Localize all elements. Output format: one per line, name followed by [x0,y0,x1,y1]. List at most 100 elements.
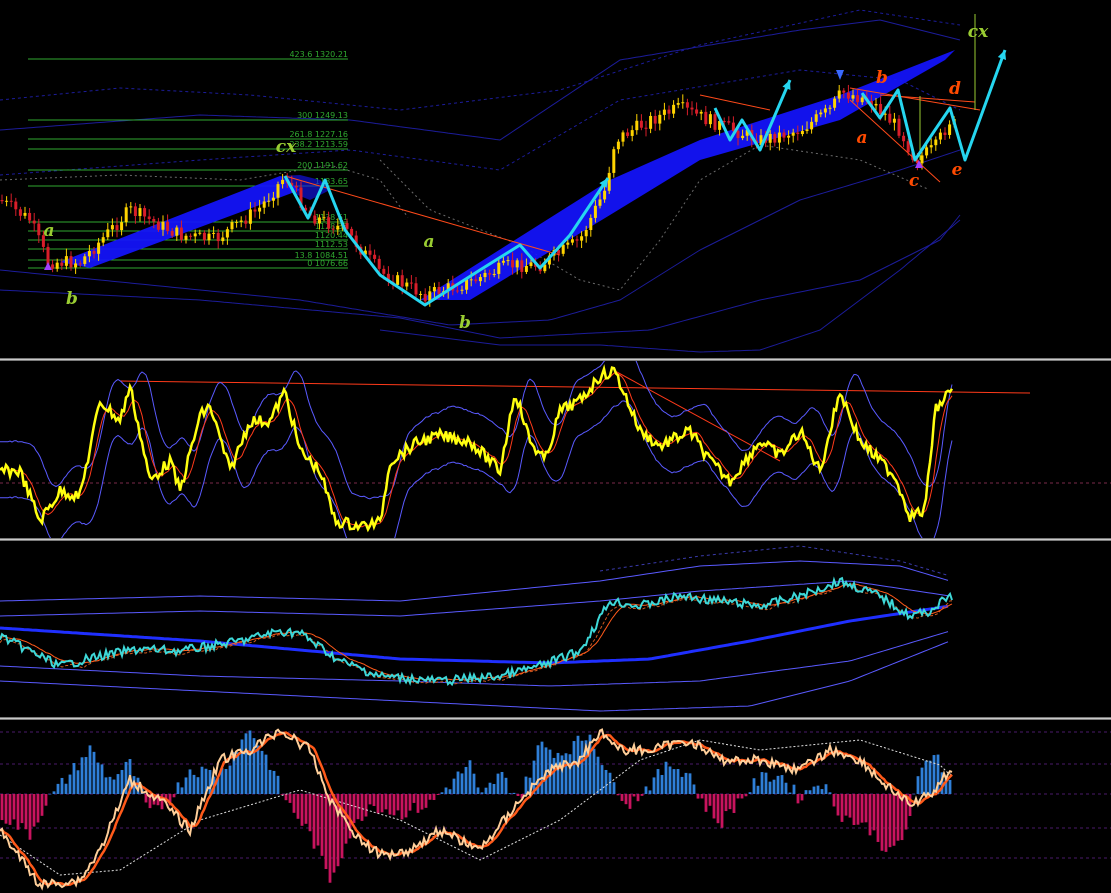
histogram-bar-positive [196,777,200,794]
candle-body [501,260,505,263]
candle-body [133,206,137,217]
candle-body [483,272,487,278]
wave-label-a: a [856,128,867,148]
histogram-bar-positive [440,792,444,794]
price-pane[interactable]: 423.6 1320.21 300 1249.13 261.8 1227.16 238… [0,0,1111,358]
histogram-bar-positive [488,782,492,794]
wave-label-b: b [66,289,78,309]
trend-line [699,94,771,111]
histogram-bar-positive [504,777,508,794]
histogram-bar-positive [748,792,752,794]
oscillator-2-pane[interactable] [0,541,1111,717]
candle-body [460,289,464,291]
histogram-bar-positive [512,792,516,794]
histogram-bar-positive [76,770,80,794]
histogram-bar-negative [392,794,396,816]
histogram-bar-positive [776,775,780,794]
signal-line [0,583,953,681]
candle-body [658,114,662,124]
fib-level-label: 1120.44 [315,231,348,240]
candle-body [469,279,473,281]
histogram-bar-positive [180,787,184,794]
histogram-bar-positive [268,769,272,794]
candle-body [138,208,142,217]
histogram-bar-positive [64,783,68,794]
histogram-bar-negative [288,794,292,803]
candle-body [64,256,68,266]
candle-body [708,114,712,125]
histogram-bar-negative [432,794,436,801]
candle-body [83,256,87,264]
histogram-bar-positive [680,776,684,794]
candle-body [382,268,386,274]
candle-body [943,132,947,135]
histogram-bar-positive [500,771,504,794]
wave-label-d: d [949,79,961,99]
histogram-bar-positive [684,772,688,794]
candle-body [796,132,800,135]
histogram-bar-negative [716,794,720,824]
candle-body [860,97,864,103]
histogram-bar-negative [896,794,900,841]
histogram-bar-negative [856,794,860,825]
histogram-bar-negative [700,794,704,799]
histogram-bar-positive [660,774,664,794]
histogram-bar-positive [784,782,788,794]
wave-label-c: c [909,171,920,191]
histogram-bar-positive [760,772,764,794]
candle-body [69,256,73,268]
candle-body [212,232,216,234]
histogram-bar-positive [592,748,596,794]
candle-body [161,221,165,230]
histogram-bar-negative [616,794,620,796]
fib-level-label: 238.2 1213.59 [289,140,348,149]
histogram-bar-positive [772,779,776,794]
histogram-bar-negative [628,794,632,809]
histogram-bar-negative [36,794,40,823]
histogram-bar-negative [888,794,892,848]
histogram-bar-negative [408,794,412,811]
histogram-bar-positive [176,782,180,794]
candle-body [46,246,50,265]
histogram-bar-negative [324,794,328,869]
candle-body [405,282,409,287]
candle-body [156,221,160,230]
histogram-bar-negative [720,794,724,828]
fibonacci-levels: 423.6 1320.21 300 1249.13 261.8 1227.16238… [28,50,348,269]
price-chart: 423.6 1320.21 300 1249.13 261.8 1227.16238… [0,9,1007,353]
histogram-bar-positive [452,778,456,794]
histogram-bar-positive [48,793,52,795]
histogram-bar-positive [272,770,276,794]
candle-body [814,114,818,122]
candle-body [920,155,924,164]
histogram-bar-negative [16,794,20,830]
histogram-pane[interactable] [0,720,1111,893]
histogram-bar-negative [348,794,352,839]
histogram-bar-positive [828,792,832,794]
oscillator-1-pane[interactable] [0,361,1111,538]
candle-body [575,239,579,241]
wave-label-b: b [459,313,471,333]
wave-label-e: e [952,160,963,180]
candle-body [478,277,482,282]
histogram-bar-positive [572,741,576,794]
histogram-bar-positive [100,764,104,794]
envelope-band-line [0,631,949,687]
candle-body [598,199,602,206]
wave-label-cx: cx [276,137,297,157]
histogram-bar-positive [236,752,240,794]
histogram-bar-positive [656,769,660,794]
candle-body [819,112,823,115]
histogram-bar-positive [52,791,56,794]
candle-body [23,212,27,216]
histogram-bar-negative [516,794,520,796]
candle-body [129,206,133,208]
histogram-bar-negative [0,794,4,821]
candle-body [570,239,574,243]
histogram-bar-positive [808,790,812,794]
histogram-bar-positive [244,733,248,794]
candle-body [589,217,593,231]
histogram-bar-negative [800,794,804,801]
fib-level-label: 0 1076.66 [307,259,348,268]
histogram-bar-positive [248,730,252,794]
